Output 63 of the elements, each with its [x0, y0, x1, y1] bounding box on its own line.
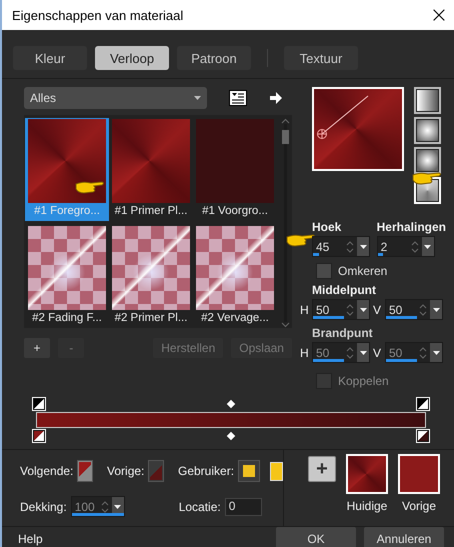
dropdown-caret-icon[interactable] — [357, 300, 369, 319]
section-label: Middelpunt — [312, 283, 377, 297]
user-color-button[interactable] — [238, 460, 260, 482]
color-stop-icon[interactable] — [416, 429, 430, 443]
axis-label: H — [300, 346, 309, 360]
scrollbar-thumb[interactable] — [282, 130, 288, 144]
gradient-preview[interactable] — [312, 87, 404, 171]
checkbox[interactable] — [316, 263, 332, 279]
previous-label: Vorige: — [107, 464, 144, 478]
section-label: Brandpunt — [312, 326, 374, 340]
window-title: Eigenschappen van materiaal — [12, 8, 184, 22]
dropdown-caret-icon[interactable] — [430, 343, 442, 362]
gradient-style-button[interactable] — [414, 117, 441, 144]
list-view-icon[interactable] — [229, 90, 247, 106]
next-label: Volgende: — [20, 464, 74, 478]
axis-label: H — [300, 302, 309, 316]
midpoint-handle-icon[interactable] — [226, 400, 236, 408]
add-swatch-button[interactable]: + — [308, 456, 336, 482]
number-spinner[interactable]: 2 — [376, 236, 435, 257]
number-spinner[interactable]: 45 — [312, 236, 370, 257]
help-button[interactable]: Help — [12, 530, 49, 546]
scroll-down-icon[interactable] — [280, 322, 290, 328]
close-button[interactable]: × — [424, 2, 454, 28]
color-swatch[interactable] — [346, 454, 388, 494]
user-label: Gebruiker: — [178, 464, 234, 478]
tab[interactable]: Patroon — [177, 46, 251, 70]
location-field[interactable]: 0 — [224, 498, 262, 516]
axis-label: V — [373, 346, 382, 360]
invert-label: Omkeren — [338, 264, 388, 278]
number-spinner[interactable]: 50 — [385, 299, 443, 320]
location-label: Locatie: — [178, 500, 221, 514]
gradient-style-button[interactable] — [414, 87, 441, 114]
axis-label: V — [373, 302, 382, 316]
link-label: Koppelen — [338, 374, 389, 388]
dropdown-caret-icon[interactable] — [357, 237, 369, 256]
list-button[interactable]: + — [24, 338, 50, 358]
gradient-style-button[interactable] — [414, 147, 441, 174]
previous-color-button[interactable] — [148, 460, 164, 482]
midpoint-handle-icon[interactable] — [226, 432, 236, 440]
arrow-right-icon[interactable] — [269, 91, 283, 105]
ok-button[interactable]: OK — [276, 527, 356, 547]
scroll-up-icon[interactable] — [280, 118, 290, 124]
opacity-label: Dekking: — [20, 500, 67, 514]
tab[interactable]: Kleur — [13, 46, 87, 70]
dropdown-caret-icon[interactable] — [430, 300, 442, 319]
color-stop-icon[interactable] — [32, 429, 46, 443]
next-color-button[interactable] — [77, 460, 94, 482]
user-color-swatch[interactable] — [270, 462, 283, 480]
filter-dropdown[interactable]: Alles — [24, 87, 207, 109]
tab[interactable]: Verloop — [95, 46, 169, 70]
number-spinner[interactable]: 50 — [312, 299, 370, 320]
color-stop-icon[interactable] — [416, 397, 430, 411]
tab[interactable]: Textuur — [284, 46, 358, 70]
dropdown-caret-icon[interactable] — [422, 237, 434, 256]
dropdown-caret-icon[interactable] — [357, 343, 369, 362]
cancel-button[interactable]: Annuleren — [364, 527, 444, 547]
swatch-label: Vorige — [402, 499, 436, 513]
swatch-label: Huidige — [346, 499, 388, 513]
repeats-label: Herhalingen — [376, 220, 446, 234]
angle-label: Hoek — [312, 220, 342, 234]
gradient-bar[interactable] — [36, 412, 426, 428]
color-swatch[interactable] — [398, 454, 440, 494]
color-stop-icon[interactable] — [32, 397, 46, 411]
